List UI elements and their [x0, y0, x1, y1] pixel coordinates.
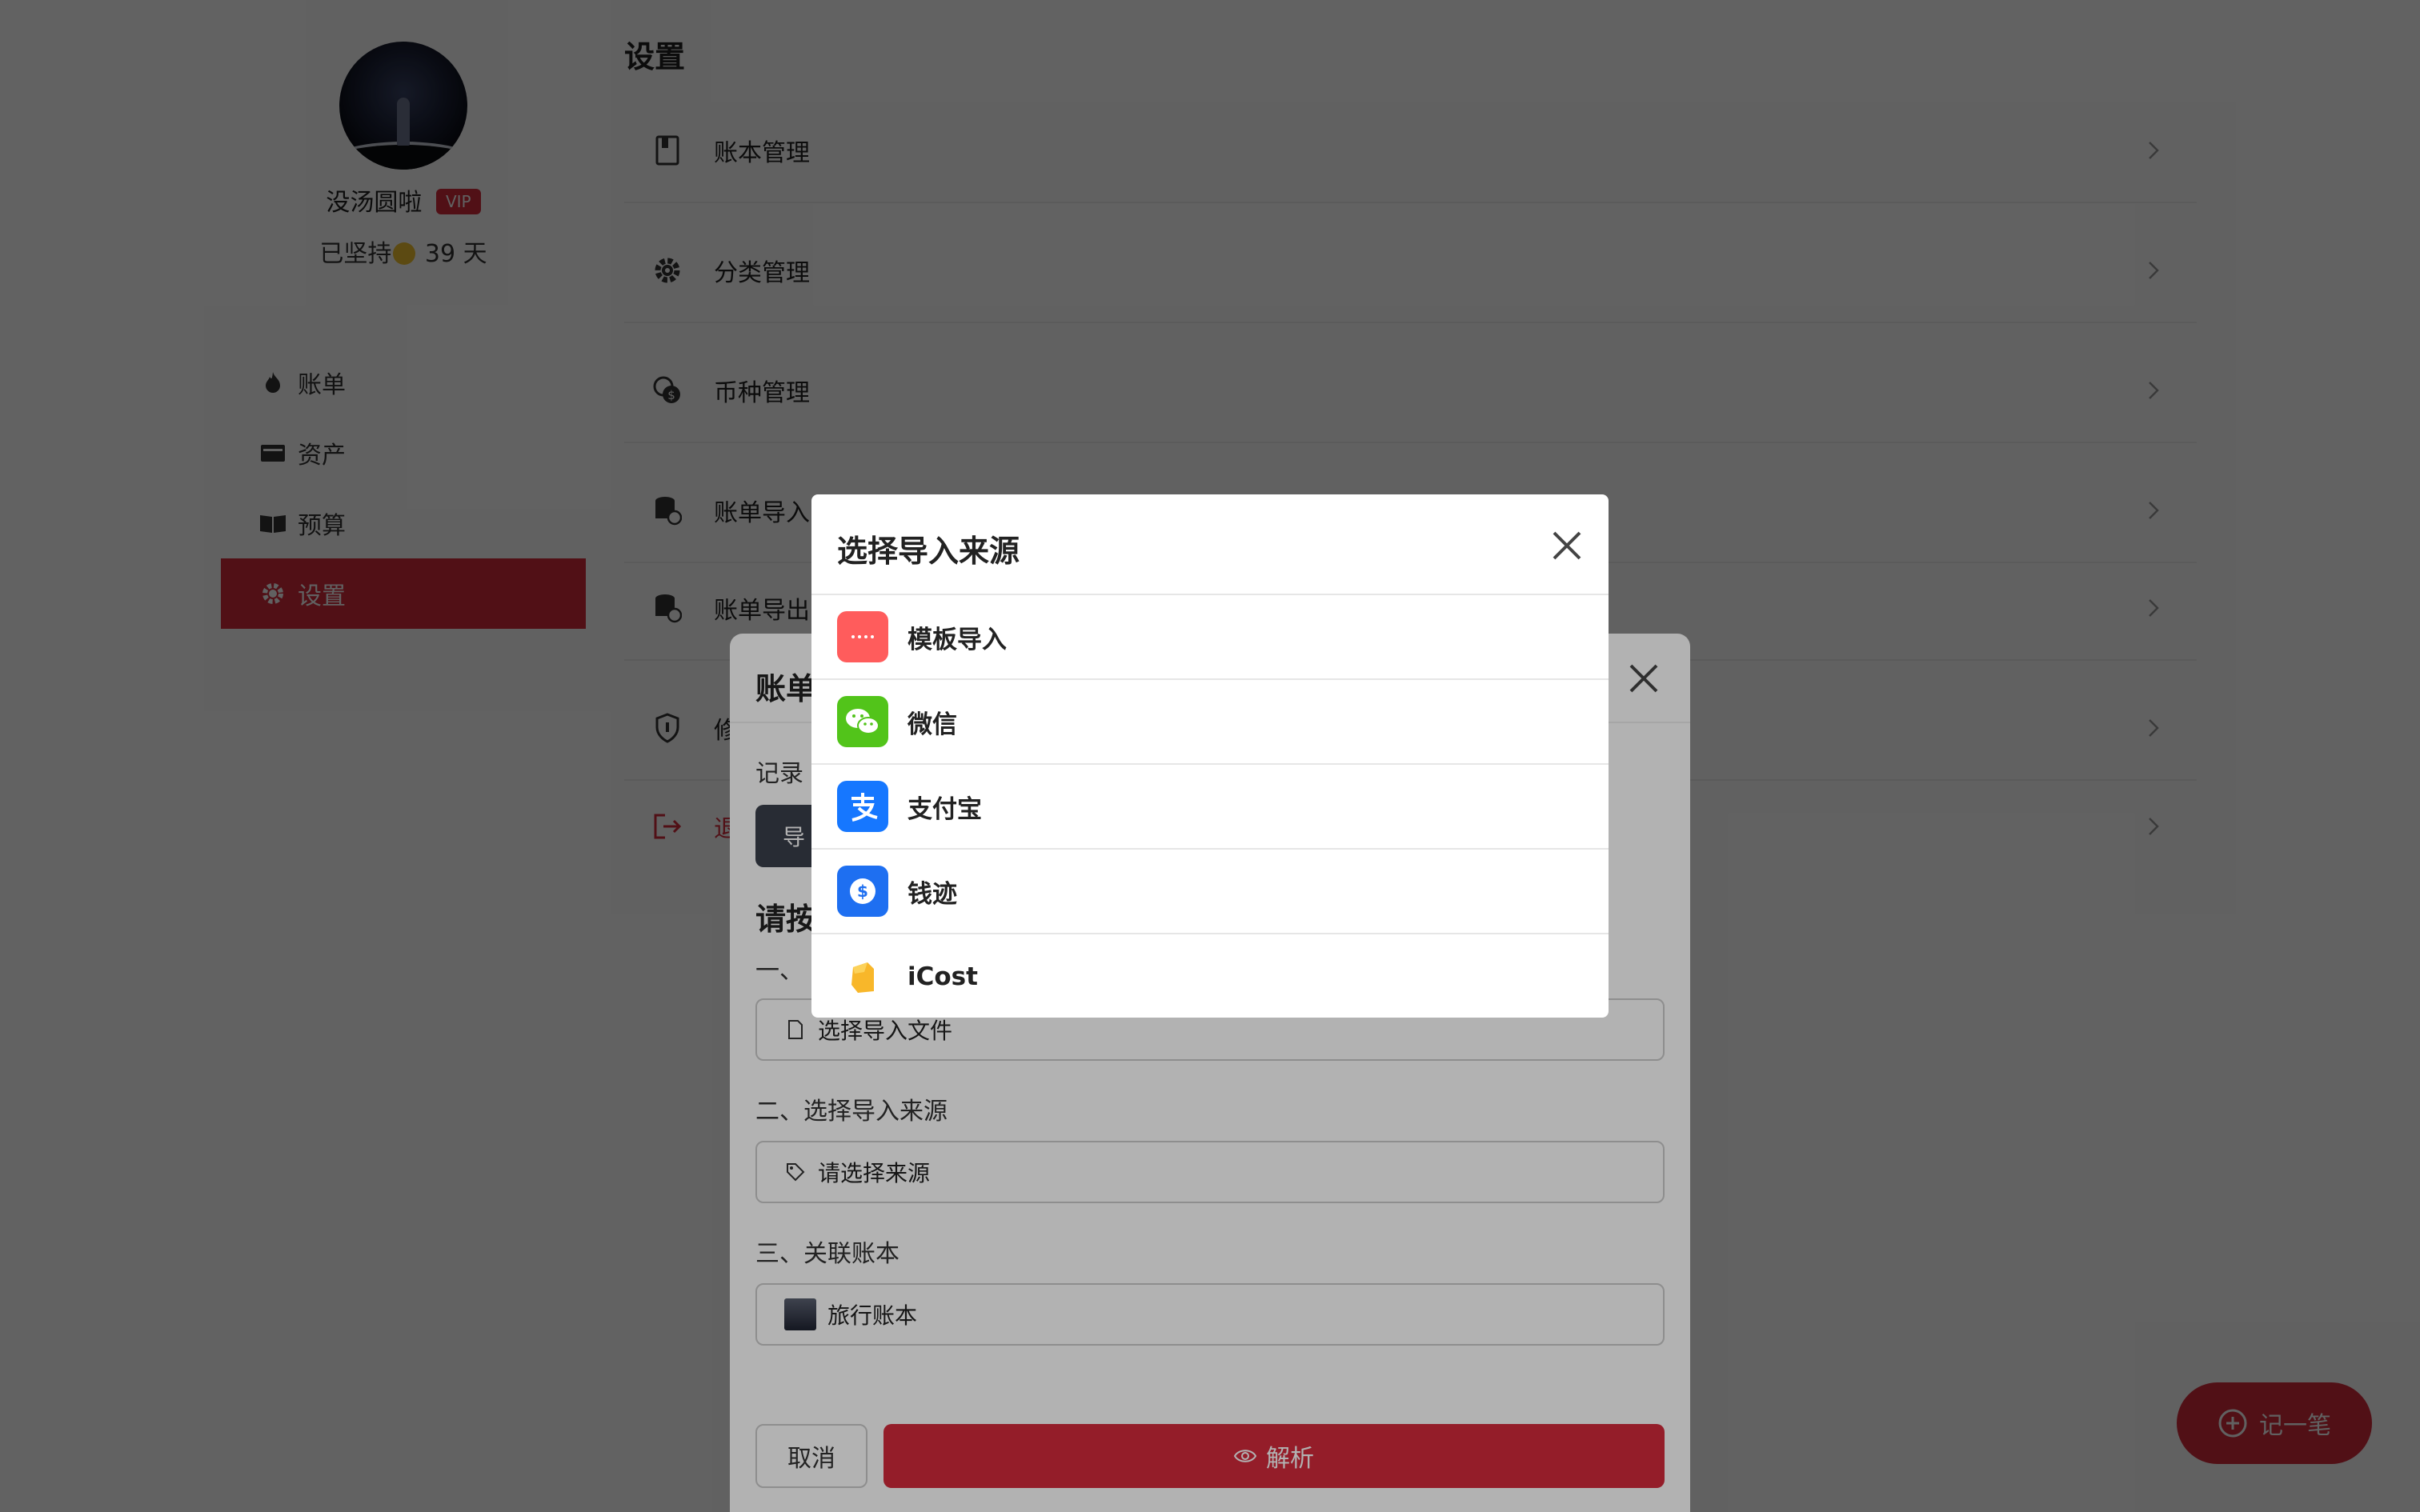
source-option-label: iCost [908, 962, 978, 991]
source-option-wechat[interactable]: 微信 [811, 680, 1609, 765]
picker-title: 选择导入来源 [837, 534, 1020, 569]
source-option-template[interactable]: 模板导入 [811, 595, 1609, 680]
source-option-label: 模板导入 [908, 625, 1007, 654]
wechat-icon [837, 696, 888, 747]
source-option-icost[interactable]: iCost [811, 934, 1609, 1018]
source-option-qianji[interactable]: $ 钱迹 [811, 850, 1609, 934]
source-option-label: 支付宝 [908, 794, 982, 824]
icost-icon [837, 951, 888, 1002]
picker-header: 选择导入来源 [811, 494, 1609, 595]
svg-text:$: $ [857, 882, 868, 901]
source-option-label: 微信 [908, 710, 957, 739]
source-picker-dialog: 选择导入来源 模板导入 微信 支付宝 $ 钱迹 iCost [811, 494, 1609, 1018]
qianji-icon: $ [837, 866, 888, 917]
alipay-icon [837, 781, 888, 832]
source-option-alipay[interactable]: 支付宝 [811, 765, 1609, 850]
source-option-label: 钱迹 [908, 879, 957, 909]
template-icon [837, 611, 888, 662]
close-icon[interactable] [1549, 528, 1585, 563]
